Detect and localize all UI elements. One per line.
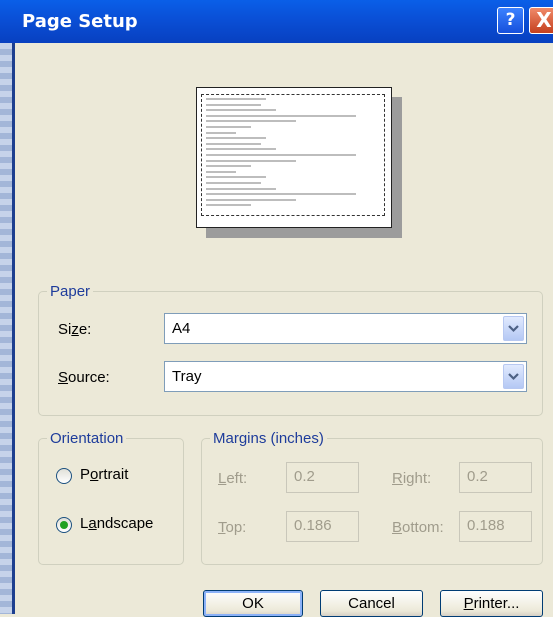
size-dropdown[interactable]: A4: [164, 313, 527, 344]
background-window-border: [12, 43, 15, 614]
preview-text-line: [206, 98, 266, 100]
size-value: A4: [172, 320, 191, 337]
page-preview: [196, 87, 392, 228]
preview-text-line: [206, 165, 251, 168]
preview-text-line: [206, 148, 276, 151]
preview-text-line: [206, 114, 356, 117]
landscape-radio[interactable]: [56, 517, 72, 533]
radio-selected-dot: [60, 521, 68, 529]
left-margin-label: Left:: [218, 470, 248, 487]
margins-legend: Margins (inches): [213, 430, 324, 447]
close-button[interactable]: X: [529, 7, 553, 34]
margins-group: Margins (inches): [201, 430, 543, 565]
portrait-label[interactable]: Portrait: [80, 466, 128, 483]
title-bar: Page Setup ? X: [0, 0, 553, 43]
cancel-button[interactable]: Cancel: [320, 590, 423, 617]
source-dropdown-arrow[interactable]: [503, 364, 524, 389]
paper-legend: Paper: [50, 283, 91, 300]
orientation-legend: Orientation: [50, 430, 124, 447]
preview-text-line: [206, 131, 236, 134]
orientation-group: Orientation: [38, 430, 184, 565]
window-title: Page Setup: [22, 11, 138, 32]
chevron-down-icon: [508, 373, 519, 381]
preview-text-line: [206, 109, 276, 112]
right-margin-label: Right:: [392, 470, 432, 487]
size-label: Size:: [58, 321, 92, 338]
bottom-margin-input[interactable]: 0.188: [459, 511, 532, 542]
source-dropdown[interactable]: Tray: [164, 361, 527, 392]
size-dropdown-arrow[interactable]: [503, 316, 524, 341]
portrait-radio[interactable]: [56, 468, 72, 484]
preview-text-line: [206, 193, 356, 196]
preview-text-line: [206, 159, 296, 162]
preview-text-line: [206, 120, 296, 123]
preview-text-line: [206, 187, 276, 190]
landscape-label[interactable]: Landscape: [80, 515, 153, 532]
preview-text-line: [206, 103, 261, 106]
chevron-down-icon: [508, 325, 519, 333]
preview-text-line: [206, 137, 266, 140]
ok-button[interactable]: OK: [203, 590, 303, 617]
preview-text-line: [206, 126, 251, 128]
preview-margin-outline: [201, 94, 385, 216]
left-margin-input[interactable]: 0.2: [286, 462, 359, 493]
preview-text-line: [206, 182, 261, 184]
preview-text-line: [206, 154, 356, 156]
top-margin-label: Top:: [218, 519, 247, 536]
preview-text-line: [206, 142, 261, 145]
help-button[interactable]: ?: [497, 7, 524, 34]
source-value: Tray: [172, 368, 202, 385]
right-margin-input[interactable]: 0.2: [459, 462, 532, 493]
preview-text-line: [206, 198, 296, 201]
preview-text-line: [206, 170, 236, 173]
preview-text-line: [206, 204, 251, 207]
top-margin-input[interactable]: 0.186: [286, 511, 359, 542]
source-label: Source:: [58, 369, 110, 386]
printer-button[interactable]: Printer...: [440, 590, 543, 617]
bottom-margin-label: Bottom:: [392, 519, 444, 536]
paper-group: Paper: [38, 283, 543, 416]
preview-text-line: [206, 176, 266, 179]
